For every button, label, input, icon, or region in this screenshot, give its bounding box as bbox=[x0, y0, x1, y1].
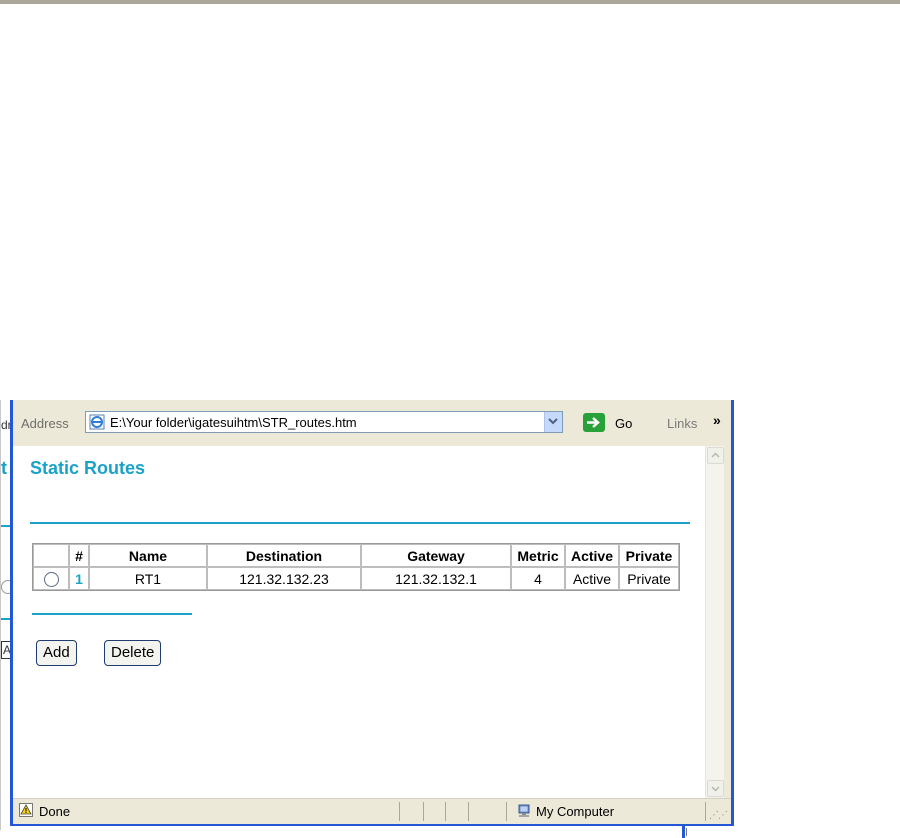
route-private: Private bbox=[619, 567, 679, 590]
scroll-down-button[interactable] bbox=[707, 780, 724, 797]
address-url: E:\Your folder\igatesuihtm\STR_routes.ht… bbox=[110, 415, 357, 430]
go-arrow-icon bbox=[587, 417, 600, 428]
title-divider bbox=[30, 522, 690, 524]
browser-window: Address E:\Your folder\igatesuihtm\STR_r… bbox=[10, 400, 734, 826]
status-separator bbox=[468, 802, 469, 821]
browser-frame: Address E:\Your folder\igatesuihtm\STR_r… bbox=[13, 400, 731, 824]
table-divider bbox=[32, 613, 192, 615]
column-header-index: # bbox=[69, 544, 89, 567]
status-separator bbox=[506, 802, 507, 821]
route-radio[interactable] bbox=[43, 571, 59, 587]
route-name: RT1 bbox=[89, 567, 207, 590]
column-header-private: Private bbox=[619, 544, 679, 567]
address-input[interactable]: E:\Your folder\igatesuihtm\STR_routes.ht… bbox=[85, 411, 563, 433]
route-index: 1 bbox=[69, 567, 89, 590]
column-header-metric: Metric bbox=[511, 544, 565, 567]
scroll-down-icon bbox=[711, 786, 720, 792]
security-zone-label: My Computer bbox=[536, 804, 615, 819]
my-computer-icon bbox=[518, 804, 530, 817]
routes-table: # Name Destination Gateway Metric Active… bbox=[32, 543, 680, 591]
chevron-right-icon[interactable]: » bbox=[713, 412, 721, 428]
page-content: Static Routes # Name Destination Gateway… bbox=[13, 446, 705, 798]
column-header-active: Active bbox=[565, 544, 619, 567]
table-header-row: # Name Destination Gateway Metric Active… bbox=[33, 544, 679, 567]
scroll-up-button[interactable] bbox=[707, 447, 724, 464]
vertical-scrollbar[interactable] bbox=[705, 446, 724, 798]
address-bar: Address E:\Your folder\igatesuihtm\STR_r… bbox=[13, 400, 731, 446]
address-label: Address bbox=[21, 416, 69, 431]
delete-button[interactable]: Delete bbox=[104, 640, 162, 666]
ie-page-icon bbox=[89, 414, 105, 430]
route-metric: 4 bbox=[511, 567, 565, 590]
status-bar: Done My Computer ⋰⋰ bbox=[13, 798, 731, 824]
route-active: Active bbox=[565, 567, 619, 590]
resize-grip-icon[interactable]: ⋰⋰ bbox=[709, 810, 728, 821]
column-header-select bbox=[33, 544, 69, 567]
address-dropdown[interactable] bbox=[544, 412, 562, 432]
go-label[interactable]: Go bbox=[615, 416, 632, 431]
window-edge-fragment bbox=[682, 826, 685, 838]
route-select-cell bbox=[33, 567, 69, 590]
column-header-destination: Destination bbox=[207, 544, 361, 567]
top-divider bbox=[0, 0, 900, 4]
column-header-name: Name bbox=[89, 544, 207, 567]
go-button[interactable] bbox=[583, 413, 605, 432]
status-separator bbox=[399, 802, 400, 821]
dropdown-arrow-icon bbox=[548, 418, 558, 425]
route-gateway: 121.32.132.1 bbox=[361, 567, 511, 590]
links-button[interactable]: Links bbox=[667, 416, 697, 431]
status-separator bbox=[445, 802, 446, 821]
window-edge-dot bbox=[686, 828, 687, 836]
route-destination: 121.32.132.23 bbox=[207, 567, 361, 590]
column-header-gateway: Gateway bbox=[361, 544, 511, 567]
table-row: 1 RT1 121.32.132.23 121.32.132.1 4 Activ… bbox=[33, 567, 679, 590]
page-title: Static Routes bbox=[30, 458, 146, 478]
warning-page-icon bbox=[19, 803, 33, 817]
add-button[interactable]: Add bbox=[36, 640, 77, 666]
status-text: Done bbox=[39, 804, 71, 819]
scroll-up-icon bbox=[711, 452, 720, 458]
status-separator bbox=[705, 802, 706, 821]
status-separator bbox=[423, 802, 424, 821]
